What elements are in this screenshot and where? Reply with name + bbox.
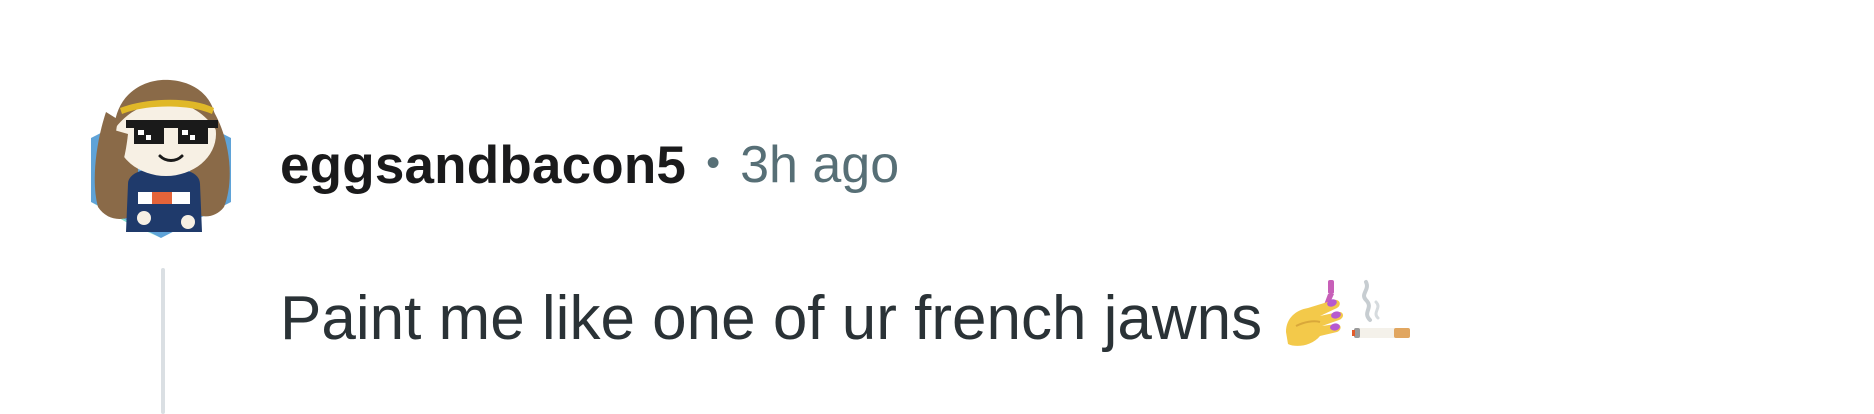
user-avatar[interactable] <box>86 72 236 240</box>
author-username[interactable]: eggsandbacon5 <box>280 135 686 196</box>
nail-polish-icon <box>1282 278 1346 350</box>
comment-body: Paint me like one of ur french jawns <box>280 278 1420 358</box>
avatar-snoo-icon <box>91 79 231 238</box>
comment: eggsandbacon5 • 3h ago Paint me like one… <box>0 0 1874 414</box>
comment-text: Paint me like one of ur french jawns <box>280 283 1263 353</box>
comment-meta: eggsandbacon5 • 3h ago <box>280 130 899 200</box>
comment-timestamp[interactable]: 3h ago <box>740 135 899 195</box>
thread-line[interactable] <box>161 268 165 414</box>
cigarette-icon <box>1348 276 1420 348</box>
meta-separator: • <box>706 140 721 185</box>
